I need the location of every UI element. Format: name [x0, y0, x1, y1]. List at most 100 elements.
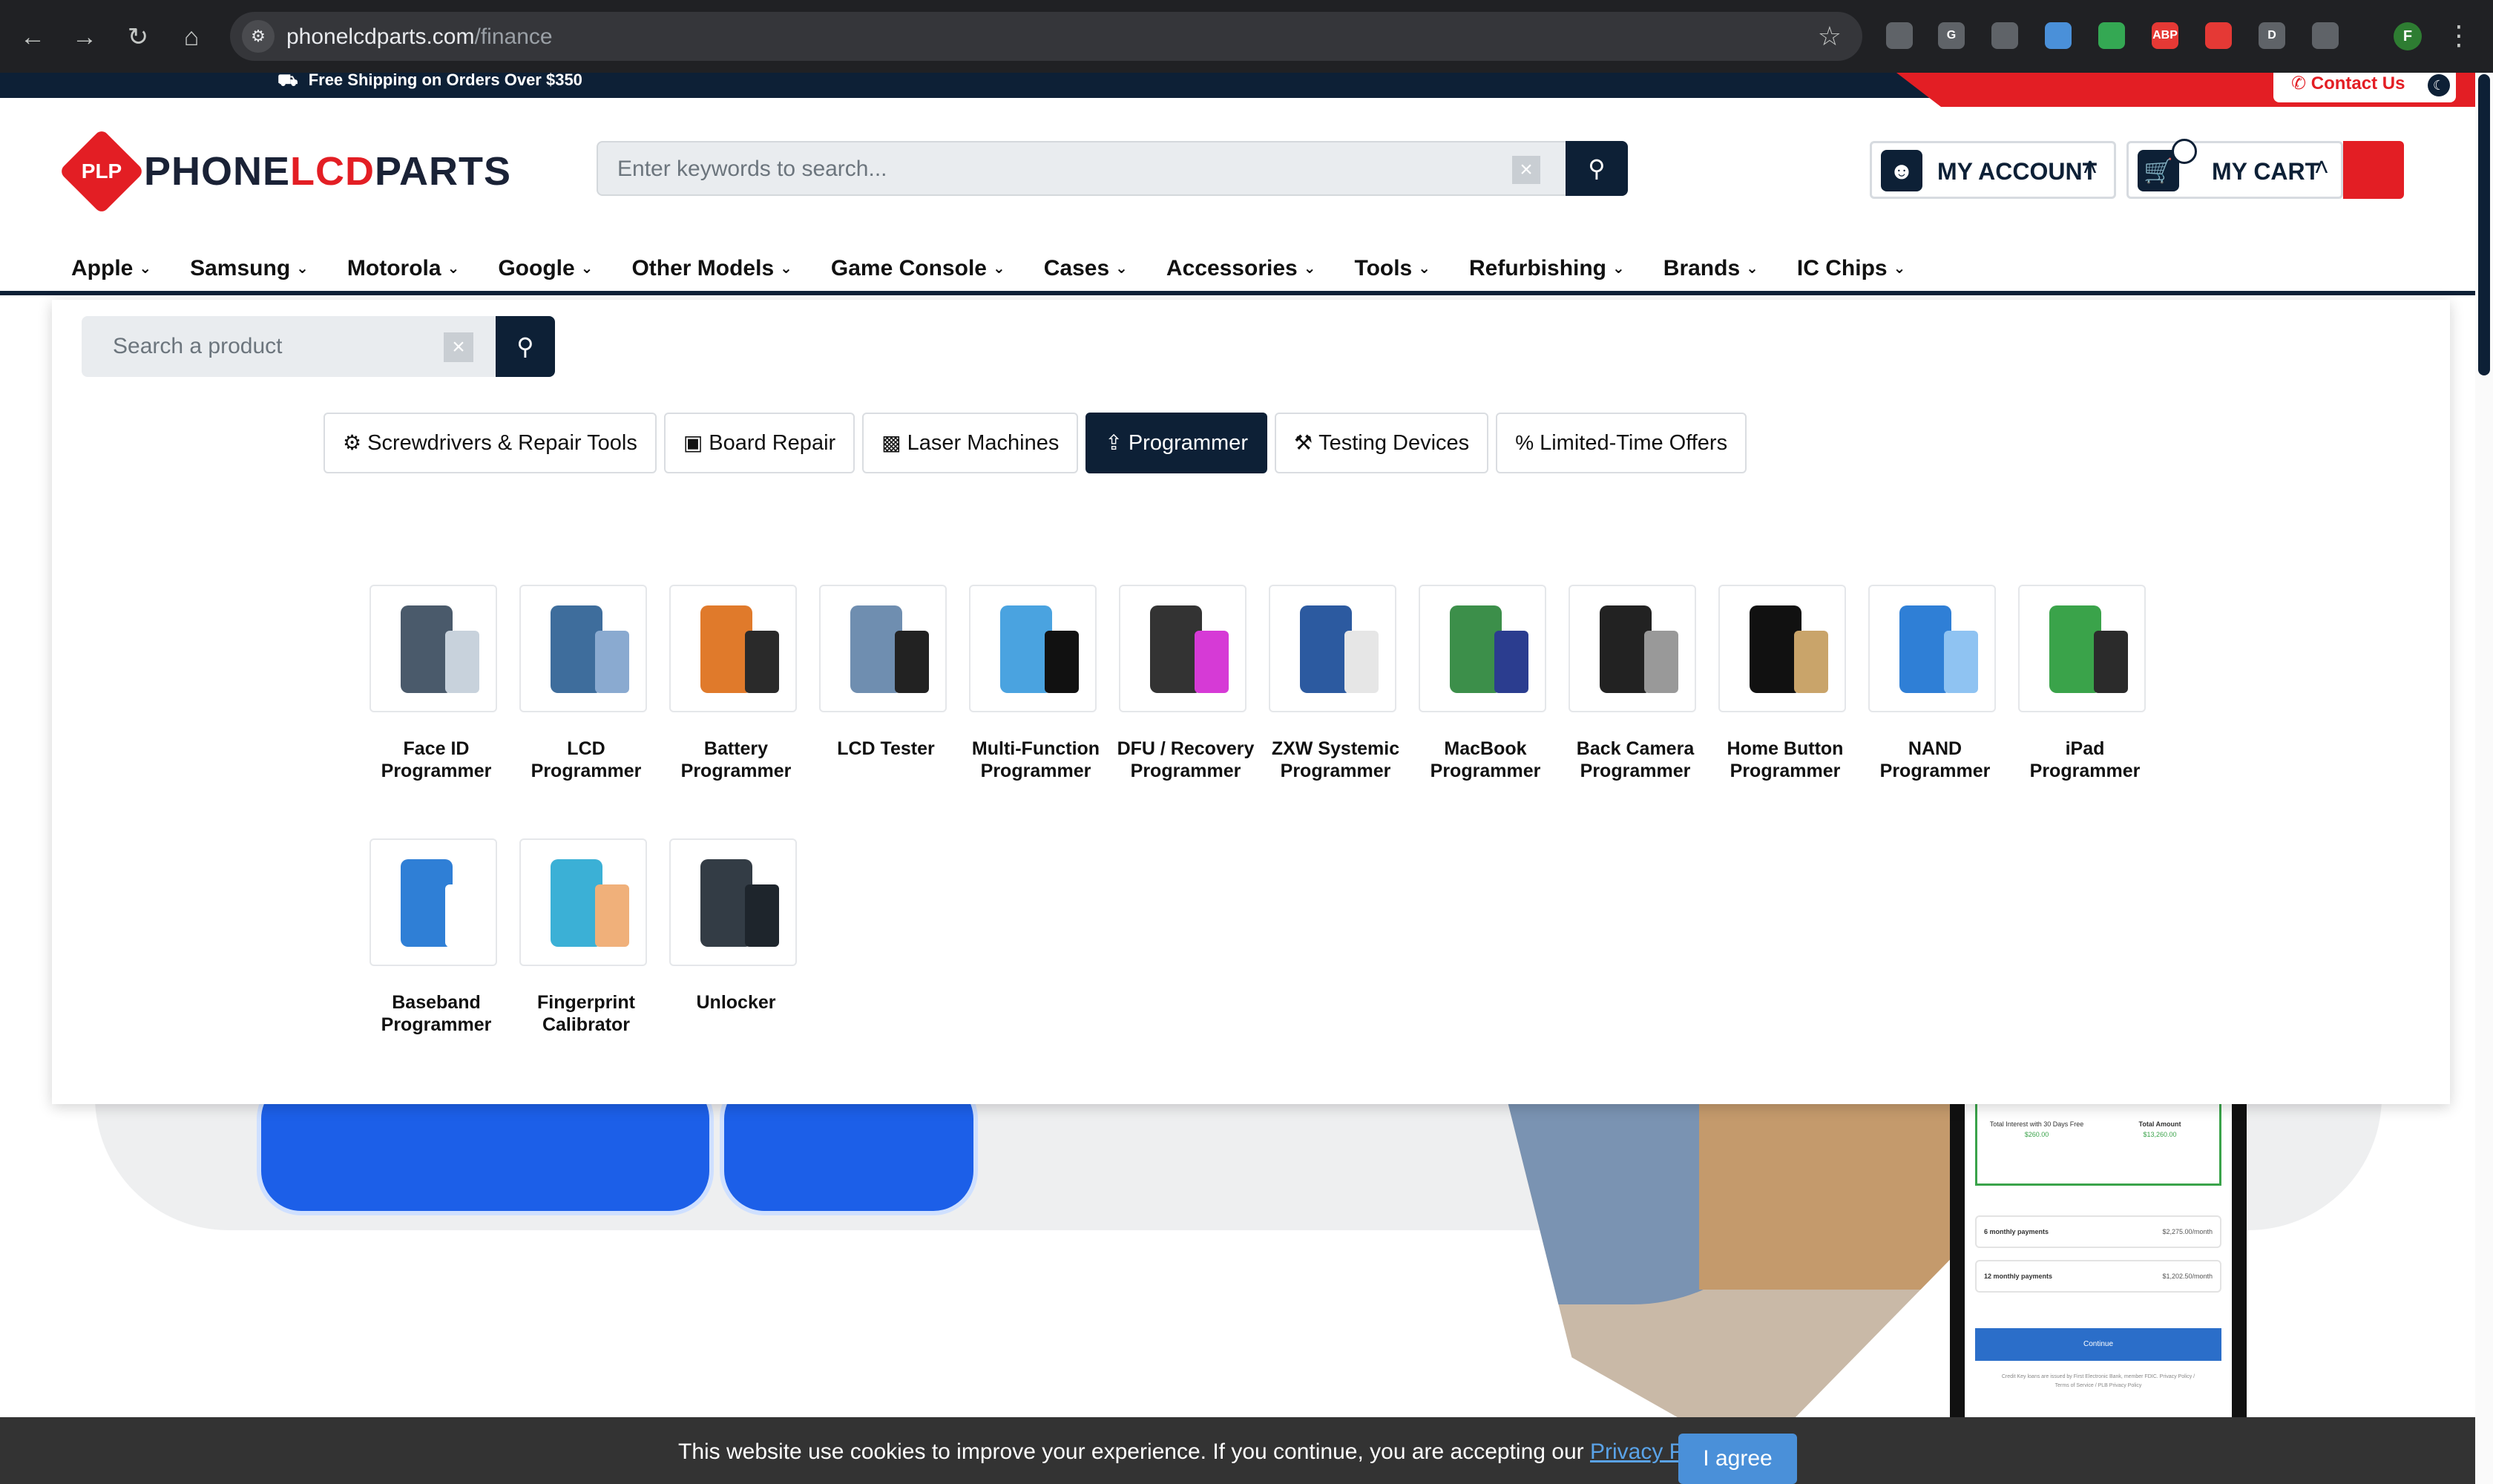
product-name[interactable]: Baseband Programmer: [355, 991, 518, 1036]
reload-icon[interactable]: ↻: [117, 16, 159, 58]
printer-extension-icon[interactable]: [1991, 22, 2018, 49]
product-thumbnail[interactable]: [669, 585, 797, 712]
chevron-up-icon: ˄: [2083, 154, 2098, 182]
product-name[interactable]: MacBook Programmer: [1404, 738, 1567, 782]
product-thumbnail[interactable]: [1119, 585, 1246, 712]
nav-category-samsung[interactable]: Samsung ⌄: [190, 248, 309, 289]
product-name[interactable]: Face ID Programmer: [355, 738, 518, 782]
product-thumbnail[interactable]: [2018, 585, 2146, 712]
back-arrow-icon[interactable]: ←: [12, 16, 53, 58]
product-name[interactable]: LCD Tester: [804, 738, 968, 760]
browser-menu-icon[interactable]: ⋮: [2446, 18, 2472, 53]
tab-programmer[interactable]: ⇪ Programmer: [1085, 413, 1267, 473]
nav-category-accessories[interactable]: Accessories ⌄: [1166, 248, 1316, 289]
dark-mode-toggle-icon[interactable]: ☾: [2428, 74, 2450, 96]
address-bar[interactable]: ⚙ phonelcdparts.com/finance ☆: [230, 12, 1862, 61]
my-cart-button[interactable]: 🛒 MY CART ˄: [2126, 139, 2343, 199]
product-thumbnail[interactable]: [669, 838, 797, 966]
nav-category-google[interactable]: Google ⌄: [498, 248, 593, 289]
tab-screwdrivers-repair-tools[interactable]: ⚙ Screwdrivers & Repair Tools: [323, 413, 657, 473]
product-name-line: Unlocker: [696, 992, 776, 1013]
logo-word-phone: PHONE: [144, 149, 291, 194]
chevron-down-icon: ⌄: [1612, 260, 1625, 277]
product-search-input[interactable]: [113, 331, 402, 362]
nav-category-ic-chips[interactable]: IC Chips ⌄: [1797, 248, 1905, 289]
cart-red-accent[interactable]: [2343, 141, 2404, 199]
tab-label: Board Repair: [709, 431, 836, 455]
product-thumbnail[interactable]: [369, 585, 497, 712]
nav-category-label: Other Models: [631, 256, 775, 280]
nav-category-brands[interactable]: Brands ⌄: [1663, 248, 1758, 289]
web-page: ⛟ Free Shipping on Orders Over $350 ✆ Con…: [0, 73, 2475, 1484]
nav-category-label: Tools: [1354, 256, 1413, 280]
my-account-label: MY ACCOUNT: [1937, 158, 2098, 185]
scrollbar-thumb[interactable]: [2478, 74, 2490, 375]
nav-category-game-console[interactable]: Game Console ⌄: [831, 248, 1005, 289]
nav-category-tools[interactable]: Tools ⌄: [1354, 248, 1431, 289]
chevron-down-icon: ⌄: [1893, 260, 1906, 277]
nav-category-refurbishing[interactable]: Refurbishing ⌄: [1469, 248, 1625, 289]
site-search-input[interactable]: [617, 154, 1478, 184]
translate-extension-icon[interactable]: [1886, 22, 1913, 49]
url-text[interactable]: phonelcdparts.com/finance: [286, 24, 553, 50]
puzzle-extensions-icon[interactable]: [2312, 22, 2339, 49]
cloud-extension-icon[interactable]: [2045, 22, 2072, 49]
adblock-plus-icon[interactable]: ABP: [2152, 22, 2178, 49]
dashlane-extension-icon[interactable]: D: [2259, 22, 2285, 49]
forward-arrow-icon[interactable]: →: [64, 16, 105, 58]
product-name-line: Programmer: [1430, 761, 1541, 781]
total-amount-label: Total Amount: [2138, 1120, 2181, 1128]
grammarly-extension-icon[interactable]: G: [1938, 22, 1965, 49]
product-name[interactable]: DFU / Recovery Programmer: [1104, 738, 1267, 782]
product-thumbnail[interactable]: [519, 585, 647, 712]
my-account-button[interactable]: ☻ MY ACCOUNT ˄: [1870, 141, 2116, 199]
product-thumbnail[interactable]: [969, 585, 1097, 712]
product-name[interactable]: iPad Programmer: [2003, 738, 2167, 782]
product-name[interactable]: ZXW Systemic Programmer: [1254, 738, 1417, 782]
nav-category-motorola[interactable]: Motorola ⌄: [347, 248, 459, 289]
product-name-line: MacBook: [1444, 738, 1527, 759]
bookmark-star-icon[interactable]: ☆: [1818, 21, 1842, 52]
product-thumbnail[interactable]: [369, 838, 497, 966]
product-name[interactable]: NAND Programmer: [1853, 738, 2017, 782]
product-name-line: NAND: [1908, 738, 1962, 759]
product-name[interactable]: Multi-Function Programmer: [954, 738, 1117, 782]
tab-limited-time-offers[interactable]: % Limited-Time Offers: [1496, 413, 1747, 473]
product-name[interactable]: Unlocker: [654, 991, 818, 1014]
product-search-button[interactable]: ⚲: [496, 316, 555, 377]
cookie-agree-button[interactable]: I agree: [1678, 1434, 1797, 1484]
home-icon[interactable]: ⌂: [171, 16, 212, 58]
clear-search-icon[interactable]: ×: [444, 332, 473, 362]
site-settings-icon[interactable]: ⚙: [242, 20, 275, 53]
product-name[interactable]: Fingerprint Calibrator: [505, 991, 668, 1036]
profile-avatar[interactable]: F: [2394, 22, 2422, 50]
product-name[interactable]: Home Button Programmer: [1704, 738, 1867, 782]
product-thumbnail[interactable]: [819, 585, 947, 712]
nav-category-apple[interactable]: Apple ⌄: [71, 248, 151, 289]
nav-category-cases[interactable]: Cases ⌄: [1044, 248, 1128, 289]
product-name[interactable]: Battery Programmer: [654, 738, 818, 782]
nav-category-label: IC Chips: [1796, 256, 1888, 280]
nav-category-other-models[interactable]: Other Models ⌄: [631, 248, 792, 289]
pokeball-extension-icon[interactable]: [2205, 22, 2232, 49]
tab-board-repair[interactable]: ▣ Board Repair: [663, 413, 855, 473]
product-thumbnail[interactable]: [1419, 585, 1546, 712]
product-name[interactable]: Back Camera Programmer: [1554, 738, 1717, 782]
product-thumbnail[interactable]: [1868, 585, 1996, 712]
product-thumbnail[interactable]: [1718, 585, 1846, 712]
product-thumbnail[interactable]: [519, 838, 647, 966]
product-name[interactable]: LCD Programmer: [505, 738, 668, 782]
search-button[interactable]: ⚲: [1566, 141, 1628, 196]
product-name-line: Battery: [703, 738, 769, 759]
tab-laser-machines[interactable]: ▩ Laser Machines: [862, 413, 1079, 473]
tab-testing-devices[interactable]: ⚒ Testing Devices: [1274, 413, 1489, 473]
green-extension-icon[interactable]: [2098, 22, 2125, 49]
product-thumbnail[interactable]: [1269, 585, 1396, 712]
chevron-down-icon: ⌄: [580, 260, 594, 277]
clear-search-icon[interactable]: ×: [1512, 156, 1540, 184]
total-amount-cell: Total Amount $13,260.00: [2101, 1119, 2219, 1140]
product-image-accessory: [745, 631, 779, 693]
site-logo[interactable]: PLP PHONELCDPARTS: [59, 128, 511, 214]
product-thumbnail[interactable]: [1569, 585, 1696, 712]
contact-us-link[interactable]: ✆ Contact Us ☾: [2273, 73, 2456, 102]
